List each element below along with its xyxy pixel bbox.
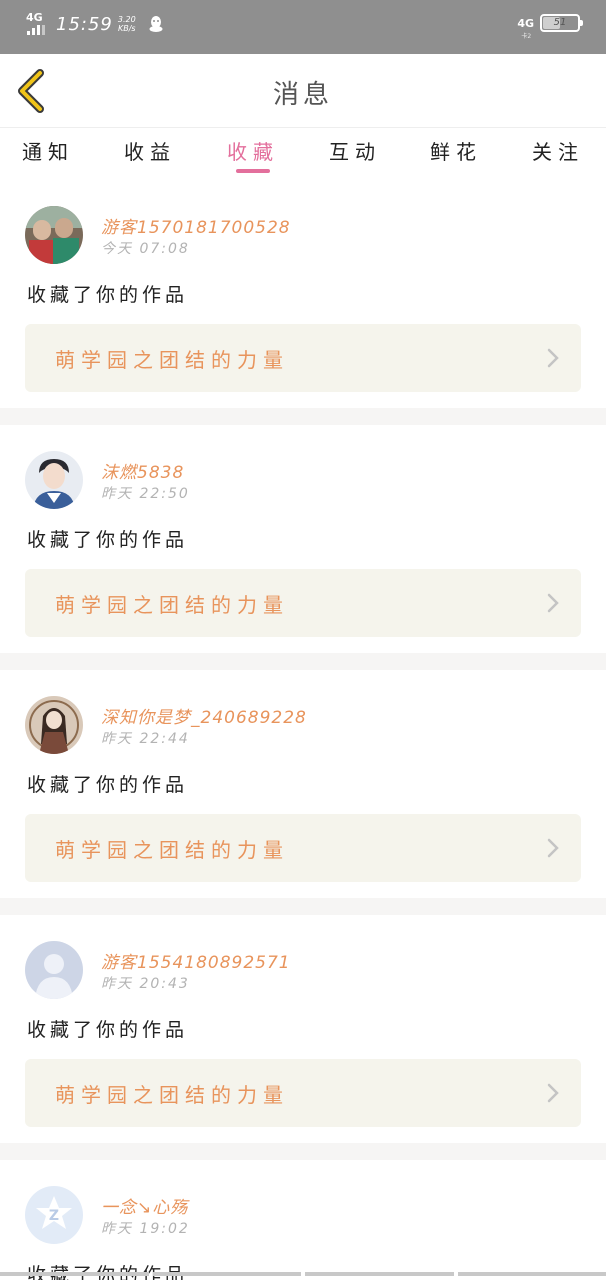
speed-unit: KB/s <box>117 24 136 33</box>
action-text: 收藏了你的作品 <box>27 284 189 306</box>
work-link[interactable]: 萌学园之团结的力量 <box>25 814 581 882</box>
speed-value: 3.20 <box>117 15 136 24</box>
divider <box>0 653 606 670</box>
clock: 15:59 <box>56 13 113 35</box>
chevron-right-icon <box>547 838 559 858</box>
timestamp: 昨天 20:43 <box>101 976 190 992</box>
nav-bar: 消息 <box>0 54 606 128</box>
active-tab-indicator <box>236 169 270 173</box>
timestamp: 今天 07:08 <box>101 241 190 257</box>
avatar[interactable] <box>25 206 83 264</box>
list-item: 沫燃5838 昨天 22:50 收藏了你的作品 萌学园之团结的力量 <box>0 425 606 653</box>
tab-bar: 通知 收益 收藏 互动 鲜花 关注 <box>0 128 606 180</box>
chevron-right-icon <box>547 593 559 613</box>
page-title: 消息 <box>272 80 333 110</box>
network-label: 4G <box>26 11 43 24</box>
username[interactable]: 游客1554180892571 <box>101 948 291 973</box>
list-item: 深知你是梦_240689228 昨天 22:44 收藏了你的作品 萌学园之团结的… <box>0 670 606 898</box>
battery-percent: 51 <box>553 17 567 28</box>
username[interactable]: 一念↘心殇 <box>101 1193 188 1218</box>
qq-default-avatar-icon[interactable]: Z <box>25 1186 83 1244</box>
action-text: 收藏了你的作品 <box>27 529 189 551</box>
bottom-edge <box>0 1272 606 1280</box>
svg-text:Z: Z <box>49 1208 59 1224</box>
divider <box>0 1143 606 1160</box>
battery-icon: 51 <box>540 14 583 32</box>
tab-earnings[interactable]: 收益 <box>110 136 190 165</box>
work-link[interactable]: 萌学园之团结的力量 <box>25 1059 581 1127</box>
timestamp: 昨天 19:02 <box>101 1221 190 1237</box>
list-item: Z 一念↘心殇 昨天 19:02 收藏了你的作品 <box>0 1160 606 1280</box>
tab-notifications[interactable]: 通知 <box>8 136 88 165</box>
avatar[interactable] <box>25 451 83 509</box>
tab-following[interactable]: 关注 <box>518 136 598 165</box>
divider <box>0 408 606 425</box>
tab-interactions[interactable]: 互动 <box>315 136 395 165</box>
work-title: 萌学园之团结的力量 <box>55 348 289 372</box>
chevron-right-icon <box>547 1083 559 1103</box>
timestamp: 昨天 22:50 <box>101 486 190 502</box>
qq-icon <box>149 16 163 32</box>
action-text: 收藏了你的作品 <box>27 774 189 796</box>
username[interactable]: 深知你是梦_240689228 <box>101 703 307 728</box>
divider <box>0 898 606 915</box>
timestamp: 昨天 22:44 <box>101 731 190 747</box>
username[interactable]: 游客15701817​00528 <box>101 213 291 238</box>
work-title: 萌学园之团结的力量 <box>55 593 289 617</box>
network-label-right: 4G 卡2 <box>517 16 534 40</box>
chevron-right-icon <box>547 348 559 368</box>
work-link[interactable]: 萌学园之团结的力量 <box>25 569 581 637</box>
work-title: 萌学园之团结的力量 <box>55 838 289 862</box>
avatar[interactable] <box>25 696 83 754</box>
network-speed: 3.20 KB/s <box>118 15 136 33</box>
action-text: 收藏了你的作品 <box>27 1019 189 1041</box>
work-title: 萌学园之团结的力量 <box>55 1083 289 1107</box>
work-link[interactable]: 萌学园之团结的力量 <box>25 324 581 392</box>
status-bar: 4G 15:59 3.20 KB/s 4G 卡2 51 <box>0 0 606 54</box>
username[interactable]: 沫燃5838 <box>101 458 184 483</box>
list-item: 游客15701817​00528 今天 07:08 收藏了你的作品 萌学园之团结… <box>0 180 606 408</box>
signal-icon: 4G <box>26 12 50 36</box>
tab-flowers[interactable]: 鲜花 <box>416 136 496 165</box>
default-avatar-icon[interactable] <box>25 941 83 999</box>
list-item: 游客1554180892571 昨天 20:43 收藏了你的作品 萌学园之团结的… <box>0 915 606 1143</box>
tab-favorites[interactable]: 收藏 <box>213 136 293 165</box>
